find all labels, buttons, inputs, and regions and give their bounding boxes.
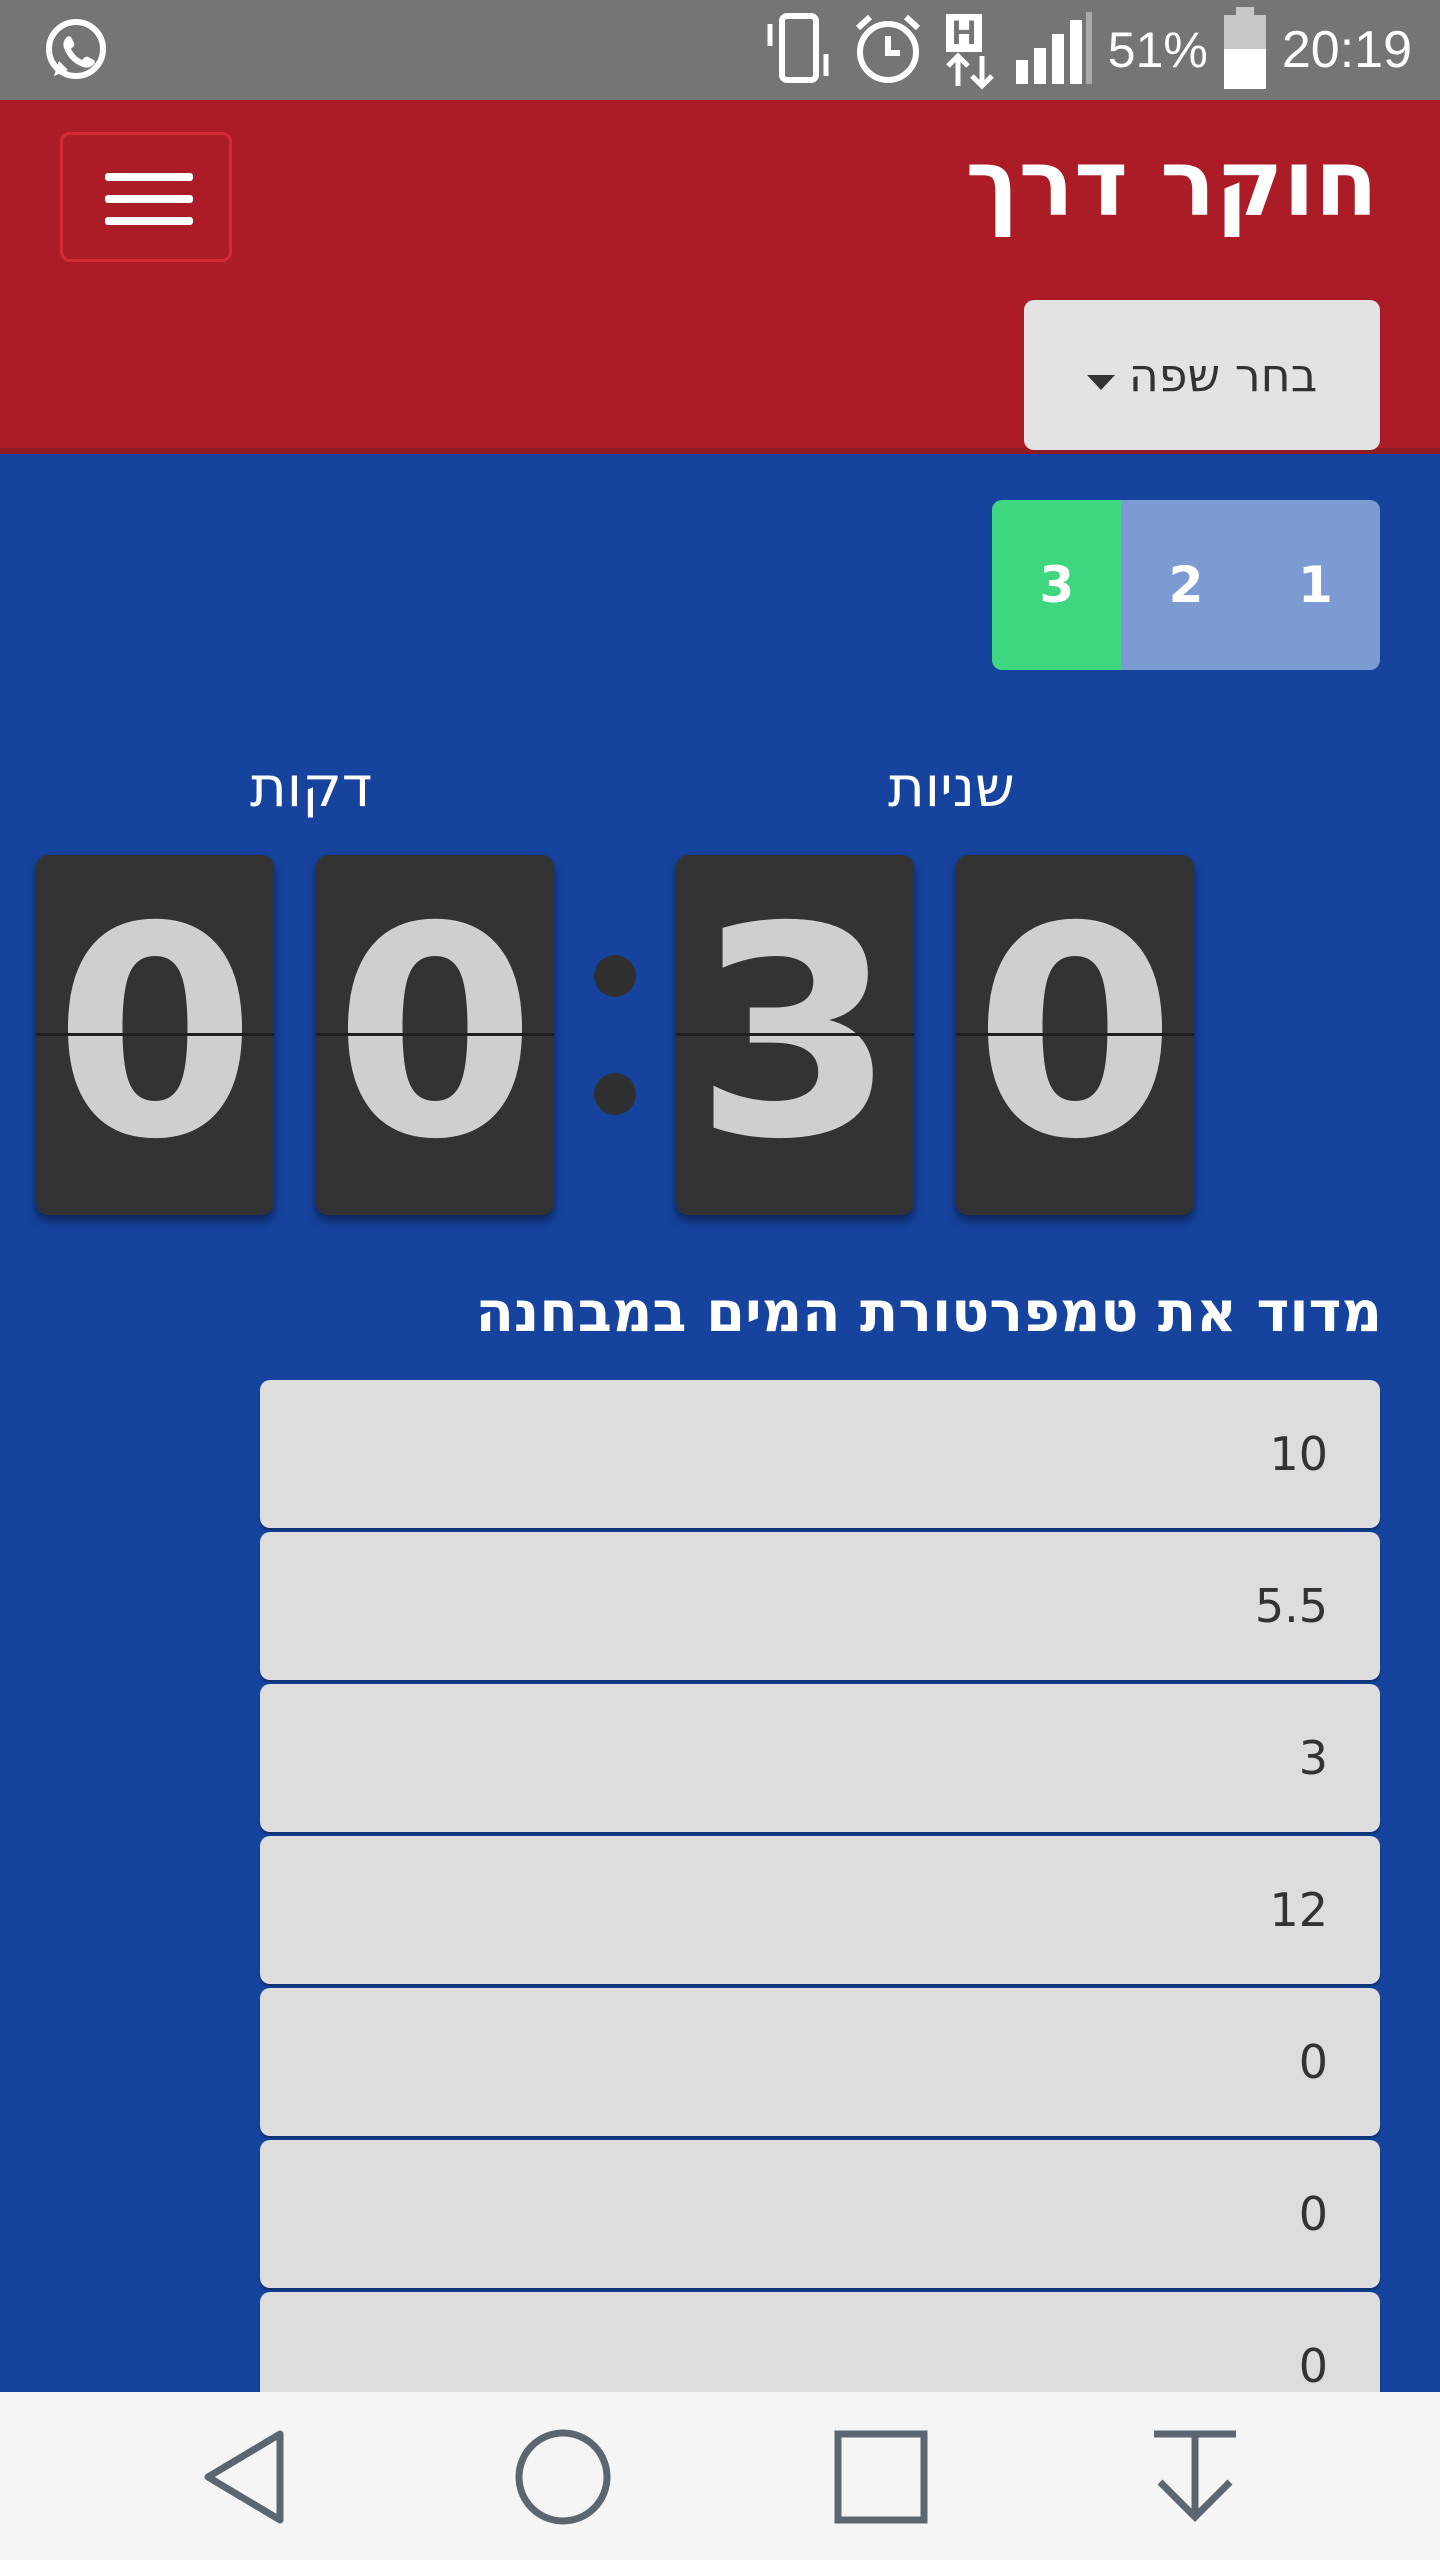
question-text: מדוד את טמפרטורת המים במבחנה: [475, 1280, 1382, 1345]
signal-icon: [1012, 8, 1096, 92]
status-bar: H 51% 20:19: [0, 0, 1440, 100]
download-icon[interactable]: [1140, 2422, 1250, 2536]
answer-option[interactable]: 3: [260, 1684, 1380, 1832]
whatsapp-icon: [42, 16, 110, 88]
battery-icon: [1220, 5, 1270, 95]
minutes-label: דקות: [250, 755, 373, 820]
colon-dot-top: [594, 955, 636, 997]
back-icon[interactable]: [196, 2422, 296, 2536]
answer-option[interactable]: 0: [260, 1988, 1380, 2136]
answer-label: 10: [1269, 1427, 1328, 1481]
recents-icon[interactable]: [826, 2422, 936, 2536]
clock: 20:19: [1281, 21, 1412, 79]
step-3-active[interactable]: 3: [992, 500, 1122, 670]
vibrate-icon: [760, 10, 836, 90]
seconds-label: שניות: [888, 755, 1015, 820]
language-select-button[interactable]: בחר שפה: [1024, 300, 1380, 450]
step-selector: 1 2 3: [992, 500, 1380, 670]
language-button-label: בחר שפה: [1128, 348, 1318, 402]
battery-percent: 51%: [1107, 22, 1208, 78]
answer-option[interactable]: 12: [260, 1836, 1380, 1984]
answer-list: 10 5.5 3 12 0 0 0: [260, 1380, 1380, 2444]
timer-digit-4: 0: [956, 855, 1194, 1215]
colon-dot-bottom: [594, 1073, 636, 1115]
step-1[interactable]: 1: [1250, 500, 1380, 670]
answer-label: 0: [1298, 2187, 1328, 2241]
answer-label: 12: [1269, 1883, 1328, 1937]
alarm-icon: [848, 8, 928, 92]
step-2[interactable]: 2: [1121, 500, 1251, 670]
menu-button[interactable]: [60, 132, 232, 262]
timer-digit-2: 0: [316, 855, 554, 1215]
system-nav-bar: [0, 2392, 1440, 2560]
timer-digit-1: 0: [36, 855, 274, 1215]
answer-option[interactable]: 10: [260, 1380, 1380, 1528]
timer-digit-3: 3: [676, 855, 914, 1215]
data-h-icon: H: [940, 10, 1000, 90]
answer-option[interactable]: 5.5: [260, 1532, 1380, 1680]
answer-label: 5.5: [1254, 1579, 1328, 1633]
app-title: חוקר דרך: [965, 130, 1378, 237]
answer-label: 0: [1298, 2035, 1328, 2089]
answer-option[interactable]: 0: [260, 2140, 1380, 2288]
home-icon[interactable]: [508, 2422, 618, 2536]
caret-down-icon: [1086, 374, 1115, 390]
answer-label: 3: [1298, 1731, 1328, 1785]
